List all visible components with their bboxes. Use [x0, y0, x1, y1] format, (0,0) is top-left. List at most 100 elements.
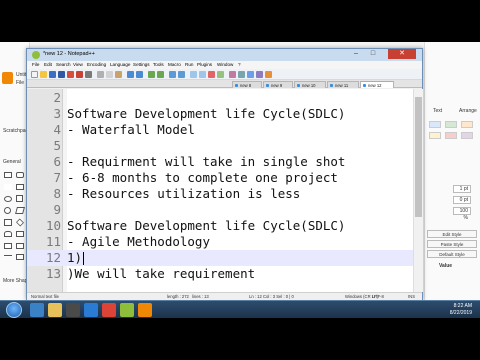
editor-line[interactable]: 5: [27, 138, 413, 154]
line-text[interactable]: 1): [67, 250, 82, 266]
tab-new-8[interactable]: new 8: [232, 81, 262, 88]
menu-window[interactable]: Window: [217, 62, 233, 67]
line-text[interactable]: - Waterfall Model: [67, 122, 195, 138]
spacing-input[interactable]: 0 pt: [453, 196, 471, 204]
line-text[interactable]: Software Development life Cycle(SDLC): [67, 106, 345, 122]
maximize-button[interactable]: □: [365, 49, 381, 59]
tab-new-12[interactable]: new 12: [360, 81, 394, 88]
notepad-taskbar-icon[interactable]: [120, 303, 134, 317]
menu-edit[interactable]: Edit: [44, 62, 52, 67]
shape-diamond-icon[interactable]: [16, 218, 24, 227]
shape-rounded-rect-icon[interactable]: [16, 172, 24, 178]
menu-help[interactable]: ?: [238, 62, 241, 67]
show-symbols-icon[interactable]: [208, 71, 215, 78]
vertical-scrollbar[interactable]: [413, 89, 423, 292]
word-app-icon[interactable]: [84, 303, 98, 317]
edit-style-button[interactable]: Edit Style: [427, 230, 477, 238]
chrome-browser-icon[interactable]: [102, 303, 116, 317]
print-icon[interactable]: [85, 71, 92, 78]
new-file-icon[interactable]: [31, 71, 38, 78]
menu-settings[interactable]: Settings: [133, 62, 150, 67]
status-encoding[interactable]: UTF-8: [372, 294, 384, 299]
shape-cylinder-icon[interactable]: [16, 231, 24, 237]
replace-icon[interactable]: [157, 71, 164, 78]
editor-line-current[interactable]: 12 1): [27, 250, 413, 266]
editor-line[interactable]: 13 )We will take requirement: [27, 266, 413, 282]
style-swatch[interactable]: [445, 132, 457, 139]
menu-tools[interactable]: Tools: [153, 62, 164, 67]
shape-card-icon[interactable]: [16, 243, 24, 249]
menu-macro[interactable]: Macro: [168, 62, 181, 67]
menu-run[interactable]: Run: [185, 62, 193, 67]
zoom-out-icon[interactable]: [178, 71, 185, 78]
tab-new-9[interactable]: new 9: [263, 81, 293, 88]
opacity-input[interactable]: 100 %: [453, 207, 471, 221]
line-text[interactable]: - Agile Methodology: [67, 234, 210, 250]
paste-icon[interactable]: [115, 71, 122, 78]
editor-line[interactable]: 9: [27, 202, 413, 218]
start-button-icon[interactable]: [6, 302, 22, 318]
redo-icon[interactable]: [136, 71, 143, 78]
text-editor[interactable]: 2 3 Software Development life Cycle(SDLC…: [27, 89, 413, 292]
shape-textbox-icon[interactable]: [16, 184, 24, 190]
scrollbar-thumb[interactable]: [415, 97, 422, 217]
minimize-button[interactable]: –: [348, 49, 364, 59]
line-text[interactable]: - Requirment will take in single shot: [67, 154, 345, 170]
shape-process-icon[interactable]: [4, 219, 12, 226]
play-macro-icon[interactable]: [247, 71, 254, 78]
copy-icon[interactable]: [106, 71, 113, 78]
bg-file-menu[interactable]: File: [16, 80, 24, 86]
menu-search[interactable]: Search: [56, 62, 71, 67]
run-macro-icon[interactable]: [256, 71, 263, 78]
close-button[interactable]: ✕: [388, 49, 416, 59]
shape-text-icon[interactable]: [4, 184, 12, 190]
shape-ellipse-icon[interactable]: [4, 196, 12, 202]
editor-line[interactable]: 3 Software Development life Cycle(SDLC): [27, 106, 413, 122]
shape-parallelogram-icon[interactable]: [15, 207, 25, 214]
stop-macro-icon[interactable]: [238, 71, 245, 78]
shape-cloud-icon[interactable]: [4, 231, 12, 237]
find-icon[interactable]: [148, 71, 155, 78]
style-swatch[interactable]: [461, 121, 473, 128]
save-macro-icon[interactable]: [265, 71, 272, 78]
style-swatch[interactable]: [461, 132, 473, 139]
bg-scratchpad[interactable]: Scratchpad: [3, 128, 28, 134]
zoom-in-icon[interactable]: [169, 71, 176, 78]
shape-square-icon[interactable]: [16, 195, 23, 202]
tab-new-11[interactable]: new 11: [327, 81, 359, 88]
menu-language[interactable]: Language: [110, 62, 130, 67]
shape-line-icon[interactable]: [4, 255, 12, 257]
record-macro-icon[interactable]: [229, 71, 236, 78]
undo-icon[interactable]: [127, 71, 134, 78]
menu-encoding[interactable]: Encoding: [87, 62, 106, 67]
editor-line[interactable]: 6 - Requirment will take in single shot: [27, 154, 413, 170]
shape-circle-icon[interactable]: [4, 207, 11, 214]
drawio-taskbar-icon[interactable]: [138, 303, 152, 317]
status-insert-mode[interactable]: INS: [408, 294, 415, 299]
line-text[interactable]: - 6-8 months to complete one project: [67, 170, 338, 186]
cut-icon[interactable]: [97, 71, 104, 78]
close-file-icon[interactable]: [67, 71, 74, 78]
line-width-input[interactable]: 1 pt: [453, 185, 471, 193]
title-bar[interactable]: *new 12 - Notepad++ – □ ✕: [27, 49, 422, 61]
line-text[interactable]: )We will take requirement: [67, 266, 255, 282]
default-style-button[interactable]: Default Style: [427, 250, 477, 258]
paste-style-button[interactable]: Paste Style: [427, 240, 477, 248]
save-icon[interactable]: [49, 71, 56, 78]
line-text[interactable]: - Resources utilization is less: [67, 186, 300, 202]
style-swatch[interactable]: [429, 121, 441, 128]
style-swatch[interactable]: [445, 121, 457, 128]
clock-time[interactable]: 8:22 AM: [454, 303, 472, 309]
ie-browser-icon[interactable]: [30, 303, 44, 317]
save-all-icon[interactable]: [58, 71, 65, 78]
editor-line[interactable]: 10 Software Development life Cycle(SDLC): [27, 218, 413, 234]
shape-callout-icon[interactable]: [16, 254, 24, 260]
menu-file[interactable]: File: [32, 62, 39, 67]
line-text[interactable]: Software Development life Cycle(SDLC): [67, 218, 345, 234]
menu-plugins[interactable]: Plugins: [197, 62, 212, 67]
editor-line[interactable]: 4 - Waterfall Model: [27, 122, 413, 138]
editor-line[interactable]: 8 - Resources utilization is less: [27, 186, 413, 202]
menu-view[interactable]: View: [73, 62, 83, 67]
sync-scroll-icon[interactable]: [190, 71, 197, 78]
editor-line[interactable]: 11 - Agile Methodology: [27, 234, 413, 250]
